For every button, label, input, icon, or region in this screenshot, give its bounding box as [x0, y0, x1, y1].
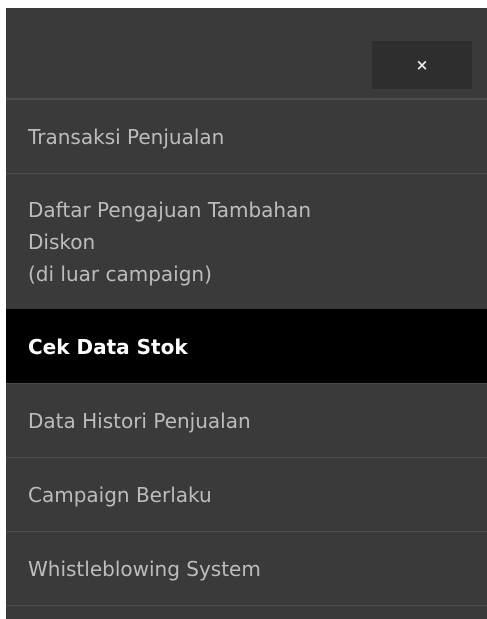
side-menu-panel: × Transaksi Penjualan Daftar Pengajuan T… [6, 8, 487, 619]
menu-header: × [6, 8, 487, 99]
menu-item-label: Data Histori Penjualan [28, 408, 251, 433]
menu-item-daftar-pengajuan-tambahan-diskon[interactable]: Daftar Pengajuan Tambahan Diskon (di lua… [6, 173, 487, 309]
menu-item-label: Transaksi Penjualan [28, 124, 225, 149]
menu-item-label: Whistleblowing System [28, 556, 261, 581]
menu-item-whistleblowing-system[interactable]: Whistleblowing System [6, 531, 487, 605]
menu-item-campaign-berlaku[interactable]: Campaign Berlaku [6, 457, 487, 531]
menu-item-data-histori-penjualan[interactable]: Data Histori Penjualan [6, 383, 487, 457]
close-icon: × [415, 55, 429, 74]
menu-item-cek-data-stok[interactable]: Cek Data Stok [6, 309, 487, 383]
menu-bottom-divider [6, 605, 487, 618]
nav-menu: Transaksi Penjualan Daftar Pengajuan Tam… [6, 99, 487, 605]
menu-item-label: Cek Data Stok [28, 334, 188, 359]
menu-item-transaksi-penjualan[interactable]: Transaksi Penjualan [6, 99, 487, 173]
menu-item-label: Daftar Pengajuan Tambahan Diskon (di lua… [28, 197, 312, 286]
menu-item-label: Campaign Berlaku [28, 482, 212, 507]
close-button[interactable]: × [372, 41, 472, 89]
